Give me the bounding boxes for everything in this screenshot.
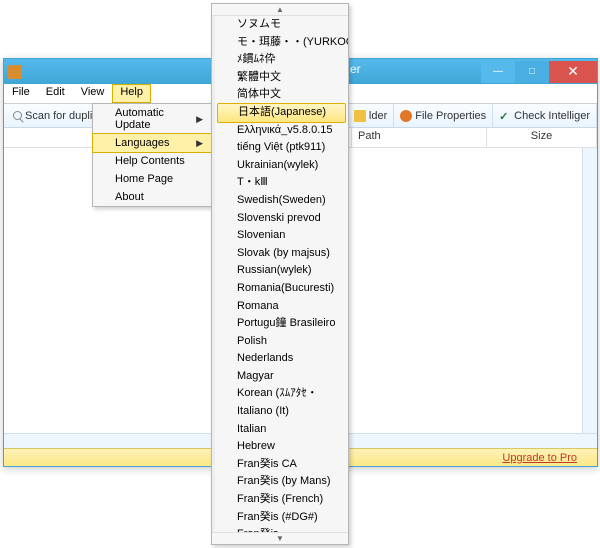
menu-file[interactable]: File (4, 84, 38, 103)
properties-icon (400, 110, 412, 122)
language-item[interactable]: Slovak (by majsus) (233, 245, 348, 263)
language-item[interactable]: Hebrew (233, 438, 348, 456)
language-item[interactable]: ﾒ鏆ﾑﾈ伜 (233, 51, 348, 69)
menu-languages[interactable]: Languages ▶ (92, 133, 212, 153)
close-button[interactable]: ✕ (549, 61, 597, 83)
language-item[interactable]: Polish (233, 333, 348, 351)
upgrade-link[interactable]: Upgrade to Pro (502, 452, 577, 464)
language-item[interactable]: tiếng Việt (ptk911) (233, 139, 348, 157)
language-item[interactable]: Nederlands (233, 350, 348, 368)
language-item[interactable]: Portugu鐘 Brasileiro (233, 315, 348, 333)
help-menu: Automatic Update ▶ Languages ▶ Help Cont… (92, 103, 212, 207)
language-item[interactable]: ソヌムモ (233, 16, 348, 34)
minimize-button[interactable]: — (481, 61, 515, 83)
check-intel-label: Check Intelliger (514, 110, 590, 122)
check-icon: ✓ (499, 110, 511, 122)
language-item[interactable]: 简体中文 (233, 86, 348, 104)
menu-automatic-update[interactable]: Automatic Update ▶ (93, 104, 211, 134)
help-contents-label: Help Contents (115, 155, 185, 167)
language-item[interactable]: Swedish(Sweden) (233, 192, 348, 210)
language-item[interactable]: モ・珥藤・・(YURKOG) (233, 34, 348, 52)
language-item[interactable]: Fran癸is CA (233, 456, 348, 474)
language-item[interactable]: Italian (233, 421, 348, 439)
home-page-label: Home Page (115, 173, 173, 185)
language-item[interactable]: Slovenian (233, 227, 348, 245)
language-item[interactable]: Slovenski prevod (233, 210, 348, 228)
folder-label: lder (369, 110, 387, 122)
menu-home-page[interactable]: Home Page (93, 170, 211, 188)
col-size[interactable]: Size (487, 128, 597, 147)
language-list: ソヌムモモ・珥藤・・(YURKOG)ﾒ鏆ﾑﾈ伜繁體中文简体中文日本語(Japan… (212, 16, 348, 532)
language-item[interactable]: Russian(wylek) (233, 262, 348, 280)
menu-edit[interactable]: Edit (38, 84, 73, 103)
file-props-label: File Properties (415, 110, 486, 122)
menu-help[interactable]: Help (112, 84, 151, 103)
chevron-right-icon: ▶ (196, 138, 203, 149)
language-item[interactable]: Ελληνικά_v5.8.0.15 (233, 122, 348, 140)
language-item[interactable]: T・kⅢ (233, 174, 348, 192)
language-item[interactable]: Magyar (233, 368, 348, 386)
folder-button[interactable]: lder (348, 104, 394, 127)
folder-icon (354, 110, 366, 122)
language-item[interactable]: Ukrainian(wylek) (233, 157, 348, 175)
check-intelliger-button[interactable]: ✓ Check Intelliger (493, 104, 597, 127)
maximize-button[interactable]: □ (515, 61, 549, 83)
vertical-scrollbar[interactable] (582, 148, 597, 448)
chevron-right-icon: ▶ (196, 114, 203, 125)
language-item[interactable]: Korean (ｽﾑｱﾀｾ・ (233, 385, 348, 403)
menu-help-contents[interactable]: Help Contents (93, 152, 211, 170)
menu-about[interactable]: About (93, 188, 211, 206)
language-item[interactable]: Fran癸is (#DG#) (233, 509, 348, 527)
window-title-visible: er (350, 62, 361, 76)
language-menu: ▲ ソヌムモモ・珥藤・・(YURKOG)ﾒ鏆ﾑﾈ伜繁體中文简体中文日本語(Jap… (211, 3, 349, 545)
file-properties-button[interactable]: File Properties (394, 104, 493, 127)
languages-label: Languages (115, 137, 169, 149)
language-item[interactable]: 繁體中文 (233, 69, 348, 87)
col-path[interactable]: Path (352, 128, 487, 147)
language-item[interactable]: 日本語(Japanese) (217, 103, 346, 123)
language-item[interactable]: Italiano (It) (233, 403, 348, 421)
search-icon (13, 111, 22, 120)
automatic-update-label: Automatic Update (115, 107, 196, 131)
scroll-down-button[interactable]: ▼ (212, 532, 348, 544)
scroll-up-button[interactable]: ▲ (212, 4, 348, 16)
menu-view[interactable]: View (73, 84, 113, 103)
language-item[interactable]: Fran癸is (by Mans) (233, 473, 348, 491)
language-item[interactable]: Romania(Bucuresti) (233, 280, 348, 298)
language-item[interactable]: Fran癸is (French) (233, 491, 348, 509)
language-item[interactable]: Romana (233, 298, 348, 316)
app-icon (8, 65, 22, 79)
about-label: About (115, 191, 144, 203)
